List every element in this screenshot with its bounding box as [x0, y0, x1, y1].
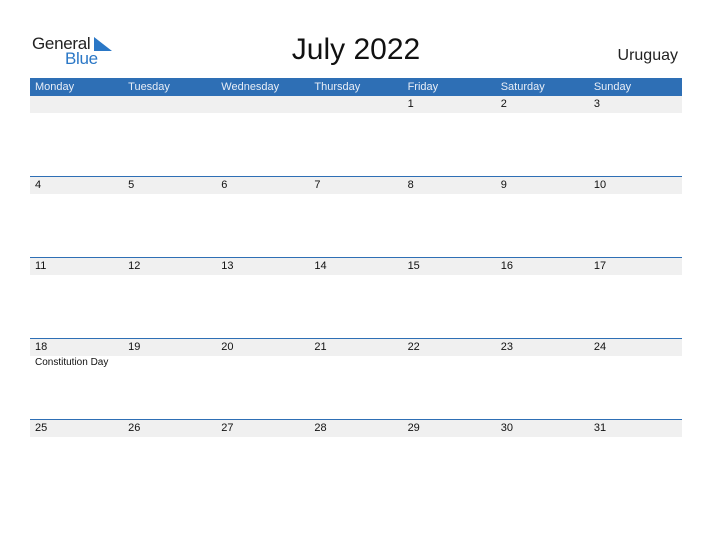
holiday-note [496, 113, 589, 114]
holiday-note [496, 356, 589, 368]
holiday-note [30, 275, 123, 276]
date-bar: 25 26 27 28 29 30 31 [30, 420, 682, 437]
day-number: 18 [35, 341, 48, 353]
day-number: 12 [128, 260, 141, 272]
holiday-note [30, 194, 123, 195]
notes-row: Constitution Day [30, 356, 682, 368]
day-number: 5 [128, 179, 135, 191]
day-number: 20 [221, 341, 234, 353]
day-number: 11 [35, 260, 47, 272]
holiday-note [403, 437, 496, 438]
day-number: 4 [35, 179, 42, 191]
holiday-note [589, 356, 682, 368]
day-number: 23 [500, 341, 513, 353]
day-number: 30 [500, 422, 513, 434]
day-number: 31 [593, 422, 607, 434]
calendar-week: 11 12 13 14 15 16 17 [30, 257, 682, 276]
date-bar: 1 2 3 [30, 96, 682, 113]
weekday-label: Monday [35, 81, 75, 93]
notes-row [30, 113, 682, 114]
holiday-note [216, 275, 309, 276]
day-number: 28 [314, 422, 327, 434]
holiday-note [123, 113, 216, 114]
day-number: 15 [407, 260, 420, 272]
day-number: 29 [407, 422, 420, 434]
holiday-note [589, 113, 682, 114]
holiday-note [30, 113, 123, 114]
day-number: 6 [221, 179, 228, 191]
holiday-note: Constitution Day [35, 357, 109, 368]
day-number: 7 [314, 179, 321, 191]
date-bar: 18 19 20 21 22 23 24 [30, 339, 682, 356]
calendar-week: 18 19 20 21 22 23 24 Constitution Day [30, 338, 682, 368]
holiday-note [216, 356, 309, 368]
day-number: 24 [593, 341, 607, 353]
holiday-note [30, 437, 123, 438]
holiday-note [123, 275, 216, 276]
page-title: July 2022 [291, 33, 421, 66]
day-number: 14 [314, 260, 327, 272]
holiday-note [589, 194, 682, 195]
holiday-note [309, 437, 402, 438]
day-number: 13 [221, 260, 234, 272]
day-number [216, 96, 309, 113]
holiday-note [403, 356, 496, 368]
day-number: 21 [314, 341, 327, 353]
weekday-label: Thursday [314, 81, 361, 93]
day-number: 16 [500, 260, 513, 272]
day-number: 27 [221, 422, 234, 434]
holiday-note [496, 194, 589, 195]
country-label: Uruguay [617, 47, 678, 64]
holiday-note [216, 113, 309, 114]
holiday-note [496, 437, 589, 438]
day-number: 1 [407, 98, 414, 110]
weekday-label: Friday [407, 81, 439, 93]
day-number: 2 [500, 98, 507, 110]
date-bar: 4 5 6 7 8 9 10 [30, 177, 682, 194]
weekday-label: Tuesday [128, 81, 170, 93]
holiday-note [589, 275, 682, 276]
holiday-note [216, 194, 309, 195]
calendar-week: 1 2 3 [30, 96, 682, 114]
day-number: 19 [128, 341, 141, 353]
weekday-label: Saturday [500, 81, 545, 93]
holiday-note [403, 194, 496, 195]
weekday-label: Wednesday [221, 81, 280, 93]
holiday-note [123, 194, 216, 195]
holiday-note [309, 275, 402, 276]
notes-row [30, 275, 682, 276]
day-number: 9 [500, 179, 507, 191]
day-number: 10 [593, 179, 607, 191]
holiday-note [309, 356, 402, 368]
day-number [123, 96, 216, 113]
calendar-week: 4 5 6 7 8 9 10 [30, 176, 682, 195]
holiday-note [309, 194, 402, 195]
day-number: 25 [35, 422, 48, 434]
weekday-label: Sunday [593, 81, 632, 93]
holiday-note [123, 356, 216, 368]
date-bar: 11 12 13 14 15 16 17 [30, 258, 682, 275]
day-number: 22 [407, 341, 420, 353]
holiday-note [216, 437, 309, 438]
day-number: 8 [407, 179, 414, 191]
day-number [30, 96, 123, 113]
holiday-note [589, 437, 682, 438]
day-number: 3 [593, 98, 600, 110]
notes-row [30, 437, 682, 438]
holiday-note [309, 113, 402, 114]
day-number [309, 96, 402, 113]
day-number: 26 [128, 422, 141, 434]
holiday-note [403, 113, 496, 114]
weekday-header: Monday Tuesday Wednesday Thursday Friday… [30, 78, 682, 96]
holiday-note [496, 275, 589, 276]
notes-row [30, 194, 682, 195]
day-number: 17 [593, 260, 607, 272]
calendar-week: 25 26 27 28 29 30 31 [30, 419, 682, 438]
holiday-note [403, 275, 496, 276]
holiday-note [123, 437, 216, 438]
